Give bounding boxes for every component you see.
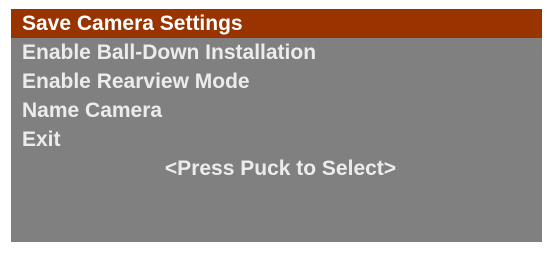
select-hint: <Press Puck to Select> [164, 157, 397, 180]
menu-item-enable-ball-down-installation[interactable]: Enable Ball-Down Installation [11, 38, 542, 67]
menu-item-enable-rearview-mode[interactable]: Enable Rearview Mode [11, 67, 542, 96]
menu-item-exit[interactable]: Exit [11, 125, 542, 154]
menu-item-name-camera[interactable]: Name Camera [11, 96, 542, 125]
menu-list: Save Camera Settings Enable Ball-Down In… [11, 9, 542, 154]
menu-item-save-camera-settings[interactable]: Save Camera Settings [11, 9, 542, 38]
camera-settings-menu: Save Camera Settings Enable Ball-Down In… [11, 9, 542, 242]
